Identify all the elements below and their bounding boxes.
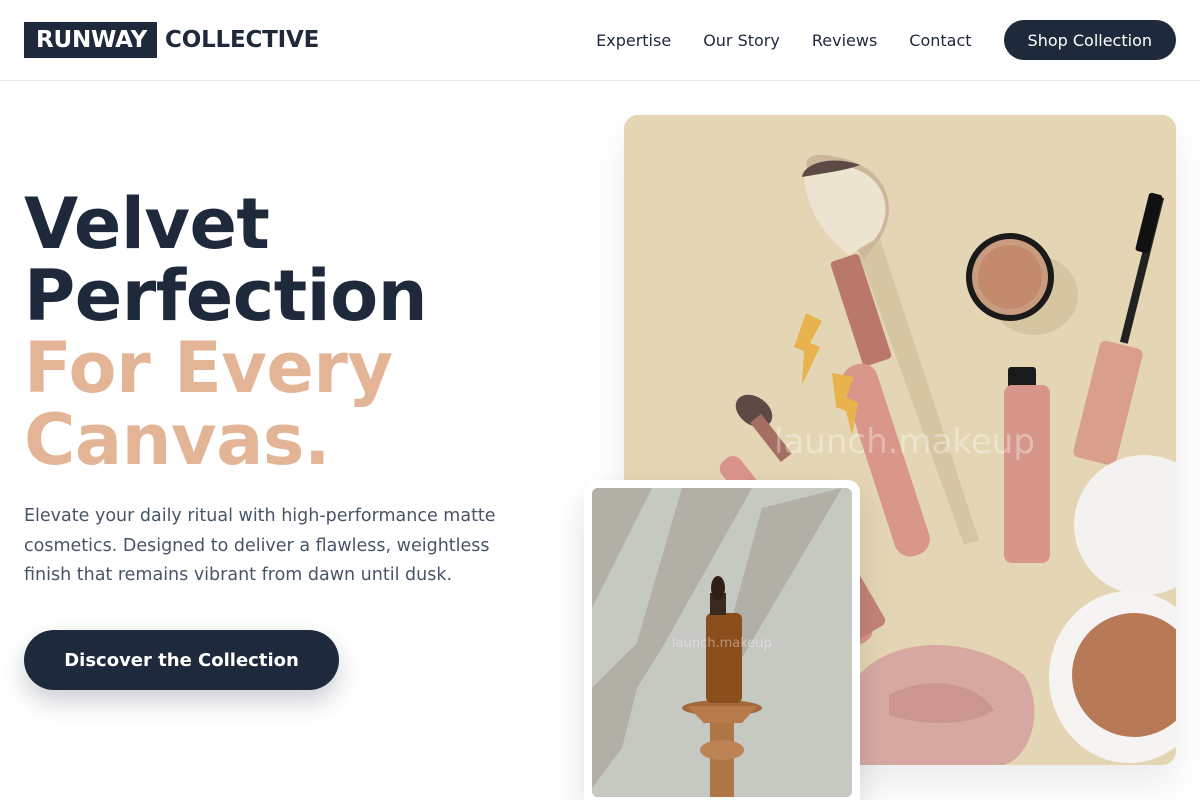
secondary-image-watermark: launch.makeup (672, 636, 772, 651)
site-header: RUNWAY COLLECTIVE Expertise Our Story Re… (0, 0, 1200, 81)
nav-link-contact[interactable]: Contact (909, 31, 971, 50)
hero-secondary-image: launch.makeup (592, 488, 852, 797)
hero-title-line-2: Perfection (24, 255, 428, 337)
hero-title-line-4: Canvas. (24, 399, 331, 481)
brand-logo-box: RUNWAY (24, 22, 158, 58)
hero-title-line-1: Velvet (24, 183, 270, 265)
nav-link-our-story[interactable]: Our Story (703, 31, 780, 50)
discover-collection-button[interactable]: Discover the Collection (24, 630, 339, 690)
main-nav: Expertise Our Story Reviews Contact Shop… (596, 20, 1176, 60)
brand-logo[interactable]: RUNWAY COLLECTIVE (24, 22, 319, 58)
shop-collection-button[interactable]: Shop Collection (1003, 20, 1176, 60)
brand-logo-text: COLLECTIVE (165, 27, 320, 53)
hero-title-line-3: For Every (24, 327, 393, 409)
nav-link-reviews[interactable]: Reviews (812, 31, 877, 50)
hero-secondary-image-frame: launch.makeup (584, 480, 860, 800)
hero-title: Velvet Perfection For Every Canvas. (24, 188, 584, 476)
nav-link-expertise[interactable]: Expertise (596, 31, 671, 50)
hero-description: Elevate your daily ritual with high-perf… (24, 506, 496, 585)
main-image-watermark: launch.makeup (774, 422, 1035, 462)
